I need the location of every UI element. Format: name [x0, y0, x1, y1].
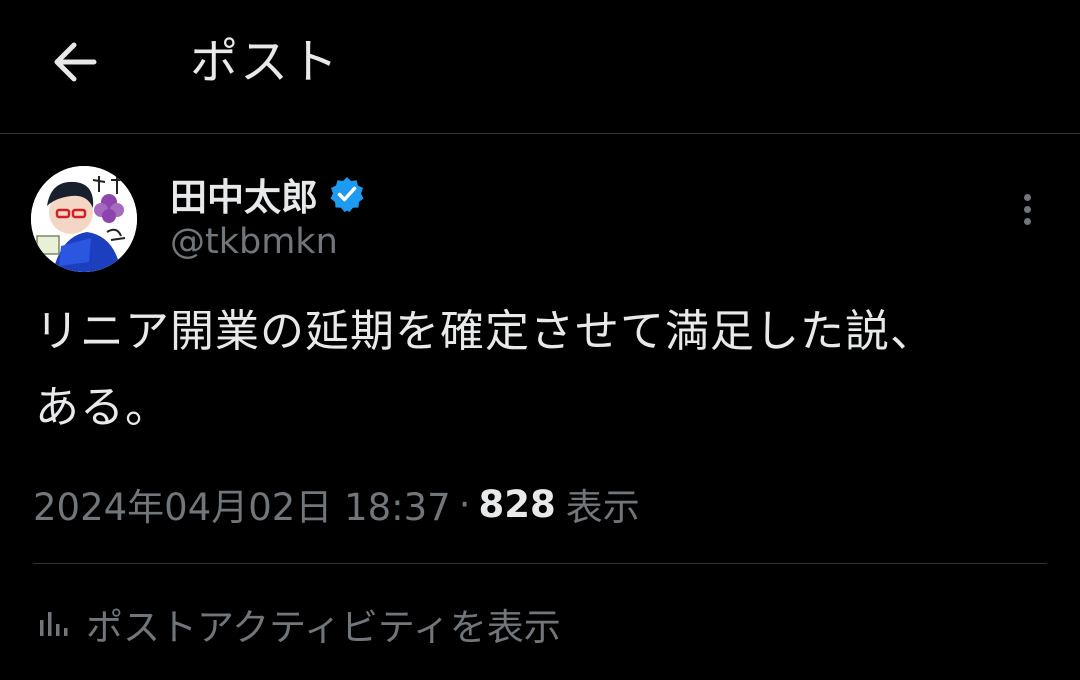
post-activity-label: ポストアクティビティを表示: [86, 606, 561, 649]
more-dot-icon: [1023, 193, 1031, 201]
more-options-button[interactable]: [1004, 186, 1050, 232]
post-activity-link[interactable]: ポストアクティビティを表示: [36, 599, 561, 649]
meta-separator: ·: [458, 482, 471, 526]
avatar[interactable]: [31, 166, 137, 272]
author-name-row: 田中太郎: [170, 168, 366, 220]
author-handle[interactable]: @tkbmkn: [170, 222, 338, 262]
more-dot-icon: [1023, 217, 1031, 225]
more-dot-icon: [1023, 205, 1031, 213]
post-meta: 2024年04月02日 18:37 · 828 表示: [33, 477, 640, 531]
post-timestamp[interactable]: 2024年04月02日 18:37: [33, 477, 451, 531]
views-label: 表示: [565, 486, 640, 529]
author-display-name[interactable]: 田中太郎: [170, 167, 318, 221]
post-text: リニア開業の延期を確定させて満足した説、 ある。: [35, 306, 935, 433]
verified-badge-icon[interactable]: [328, 175, 366, 213]
page-title: ポスト: [190, 34, 341, 90]
top-bar: ポスト: [0, 0, 1080, 134]
views-count: 828: [478, 482, 556, 526]
back-button[interactable]: [40, 30, 108, 94]
divider: [33, 563, 1047, 564]
analytics-icon: [40, 612, 68, 636]
avatar-image: [31, 166, 137, 272]
arrow-left-icon: [54, 42, 97, 82]
